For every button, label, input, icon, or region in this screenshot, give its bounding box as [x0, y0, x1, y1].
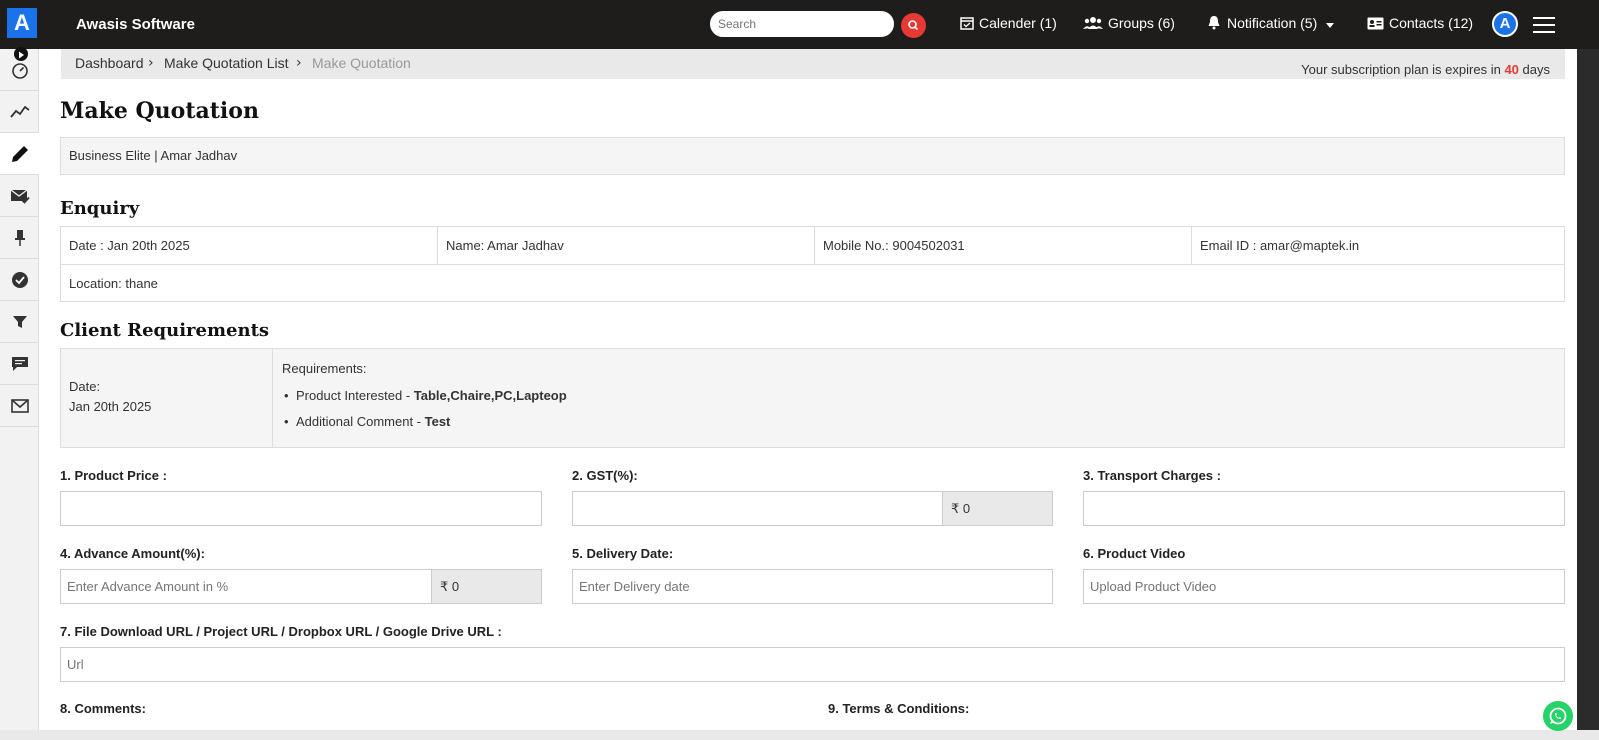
mail-check-icon [10, 188, 30, 204]
breadcrumb: Dashboard › Make Quotation List › Make Q… [61, 49, 1565, 79]
editor-toolbar-strip [0, 730, 1599, 740]
video-field [1083, 569, 1565, 604]
breadcrumb-quotation-list[interactable]: Make Quotation List [164, 55, 289, 71]
nav-contacts-label: Contacts (12) [1389, 15, 1474, 31]
search-button[interactable] [901, 13, 926, 38]
whatsapp-icon [1549, 707, 1567, 725]
sidebar [0, 47, 39, 740]
sidebar-item-mail-check[interactable] [0, 175, 39, 217]
app-title[interactable]: Awasis Software [76, 16, 195, 33]
pin-icon [14, 229, 25, 246]
contact-card-icon [1367, 17, 1384, 30]
delivery-label: 5. Delivery Date: [572, 546, 674, 561]
search-input[interactable] [718, 12, 888, 36]
product-price-field [60, 491, 542, 526]
advance-amount-addon: ₹ 0 [431, 570, 541, 603]
nav-groups[interactable]: Groups (6) [1083, 15, 1175, 31]
subscription-days: 40 [1504, 62, 1519, 77]
sidebar-item-mail[interactable] [0, 385, 39, 427]
product-video-input[interactable] [1084, 570, 1564, 603]
whatsapp-button[interactable] [1543, 701, 1573, 731]
enquiry-grid: Date : Jan 20th 2025 Name: Amar Jadhav M… [60, 226, 1565, 302]
envelope-icon [10, 398, 29, 413]
additional-comment: Test [424, 414, 451, 429]
enquiry-mobile: Mobile No.: 9004502031 [815, 227, 1192, 265]
delivery-date-input[interactable] [573, 570, 1052, 603]
filter-icon [12, 315, 27, 328]
sidebar-item-analytics[interactable] [0, 91, 39, 133]
caret-down-icon [1326, 23, 1335, 28]
transport-field [1083, 491, 1565, 526]
terms-label: 9. Terms & Conditions: [828, 701, 970, 716]
client-requirements-box: Date: Jan 20th 2025 Requirements: Produc… [60, 348, 1565, 448]
gst-field: ₹ 0 [572, 491, 1053, 526]
menu-toggle[interactable] [1533, 17, 1555, 33]
gst-input[interactable] [573, 492, 943, 525]
nav-calendar[interactable]: Calender (1) [960, 15, 1057, 31]
video-label: 6. Product Video [1083, 546, 1186, 561]
user-avatar[interactable]: A [1492, 11, 1518, 37]
advance-input[interactable] [61, 570, 431, 603]
delivery-field [572, 569, 1053, 604]
sidebar-item-pin[interactable] [0, 217, 39, 259]
chart-line-icon [9, 105, 30, 118]
hamburger-icon [1533, 17, 1555, 19]
right-edge-panel [1577, 49, 1599, 740]
transport-input[interactable] [1084, 492, 1564, 525]
product-price-label: 1. Product Price : [60, 468, 167, 483]
list-item: Additional Comment - Test [282, 414, 567, 429]
pencil-icon [11, 145, 28, 162]
advance-label: 4. Advance Amount(%): [60, 546, 205, 561]
top-bar: A Awasis Software Calender (1) Groups (6… [0, 0, 1599, 49]
check-circle-icon [11, 271, 28, 288]
subscription-note: Your subscription plan is expires in 40 … [1301, 62, 1550, 77]
product-price-input[interactable] [61, 492, 541, 525]
nav-notification-label: Notification (5) [1227, 15, 1318, 31]
requirements-date-cell: Date: Jan 20th 2025 [61, 349, 273, 447]
nav-notification[interactable]: Notification (5) [1206, 15, 1335, 31]
gst-amount-addon: ₹ 0 [942, 492, 1052, 525]
sidebar-item-dashboard[interactable] [0, 49, 39, 91]
app-logo[interactable]: A [7, 8, 37, 38]
breadcrumb-dashboard[interactable]: Dashboard [75, 55, 144, 71]
url-field [60, 647, 1565, 682]
enquiry-email: Email ID : amar@maptek.in [1192, 227, 1564, 265]
sidebar-item-filter[interactable] [0, 301, 39, 343]
transport-label: 3. Transport Charges : [1083, 468, 1221, 483]
requirements-date: Jan 20th 2025 [69, 399, 152, 414]
chevron-right-icon: › [148, 55, 154, 71]
requirements-details: Requirements: Product Interested - Table… [282, 361, 567, 440]
groups-icon [1083, 17, 1103, 29]
enquiry-date: Date : Jan 20th 2025 [61, 227, 438, 265]
sidebar-item-messages[interactable] [0, 343, 39, 385]
client-requirements-title: Client Requirements [60, 320, 270, 341]
gst-label: 2. GST(%): [572, 468, 638, 483]
enquiry-title: Enquiry [60, 198, 140, 219]
search-icon [908, 20, 919, 31]
calendar-icon [960, 17, 974, 30]
sidebar-item-tasks[interactable] [0, 259, 39, 301]
advance-field: ₹ 0 [60, 569, 542, 604]
enquiry-location: Location: thane [69, 276, 158, 291]
nav-contacts[interactable]: Contacts (12) [1367, 15, 1473, 31]
sidebar-item-quotation[interactable] [0, 133, 39, 175]
bell-icon [1208, 16, 1220, 30]
nav-calendar-label: Calender (1) [979, 15, 1057, 31]
message-icon [11, 356, 28, 371]
chevron-right-icon: › [296, 55, 302, 71]
comments-label: 8. Comments: [60, 701, 146, 716]
business-line: Business Elite | Amar Jadhav [60, 137, 1565, 175]
breadcrumb-current: Make Quotation [312, 55, 411, 71]
url-label: 7. File Download URL / Project URL / Dro… [60, 624, 502, 639]
nav-groups-label: Groups (6) [1108, 15, 1175, 31]
enquiry-name: Name: Amar Jadhav [438, 227, 815, 265]
page-title: Make Quotation [60, 98, 259, 124]
product-interested: Table,Chaire,PC,Lapteop [413, 388, 567, 403]
speedometer-icon [11, 62, 28, 79]
search-box [710, 11, 894, 37]
url-input[interactable] [61, 648, 1564, 681]
list-item: Product Interested - Table,Chaire,PC,Lap… [282, 388, 567, 403]
